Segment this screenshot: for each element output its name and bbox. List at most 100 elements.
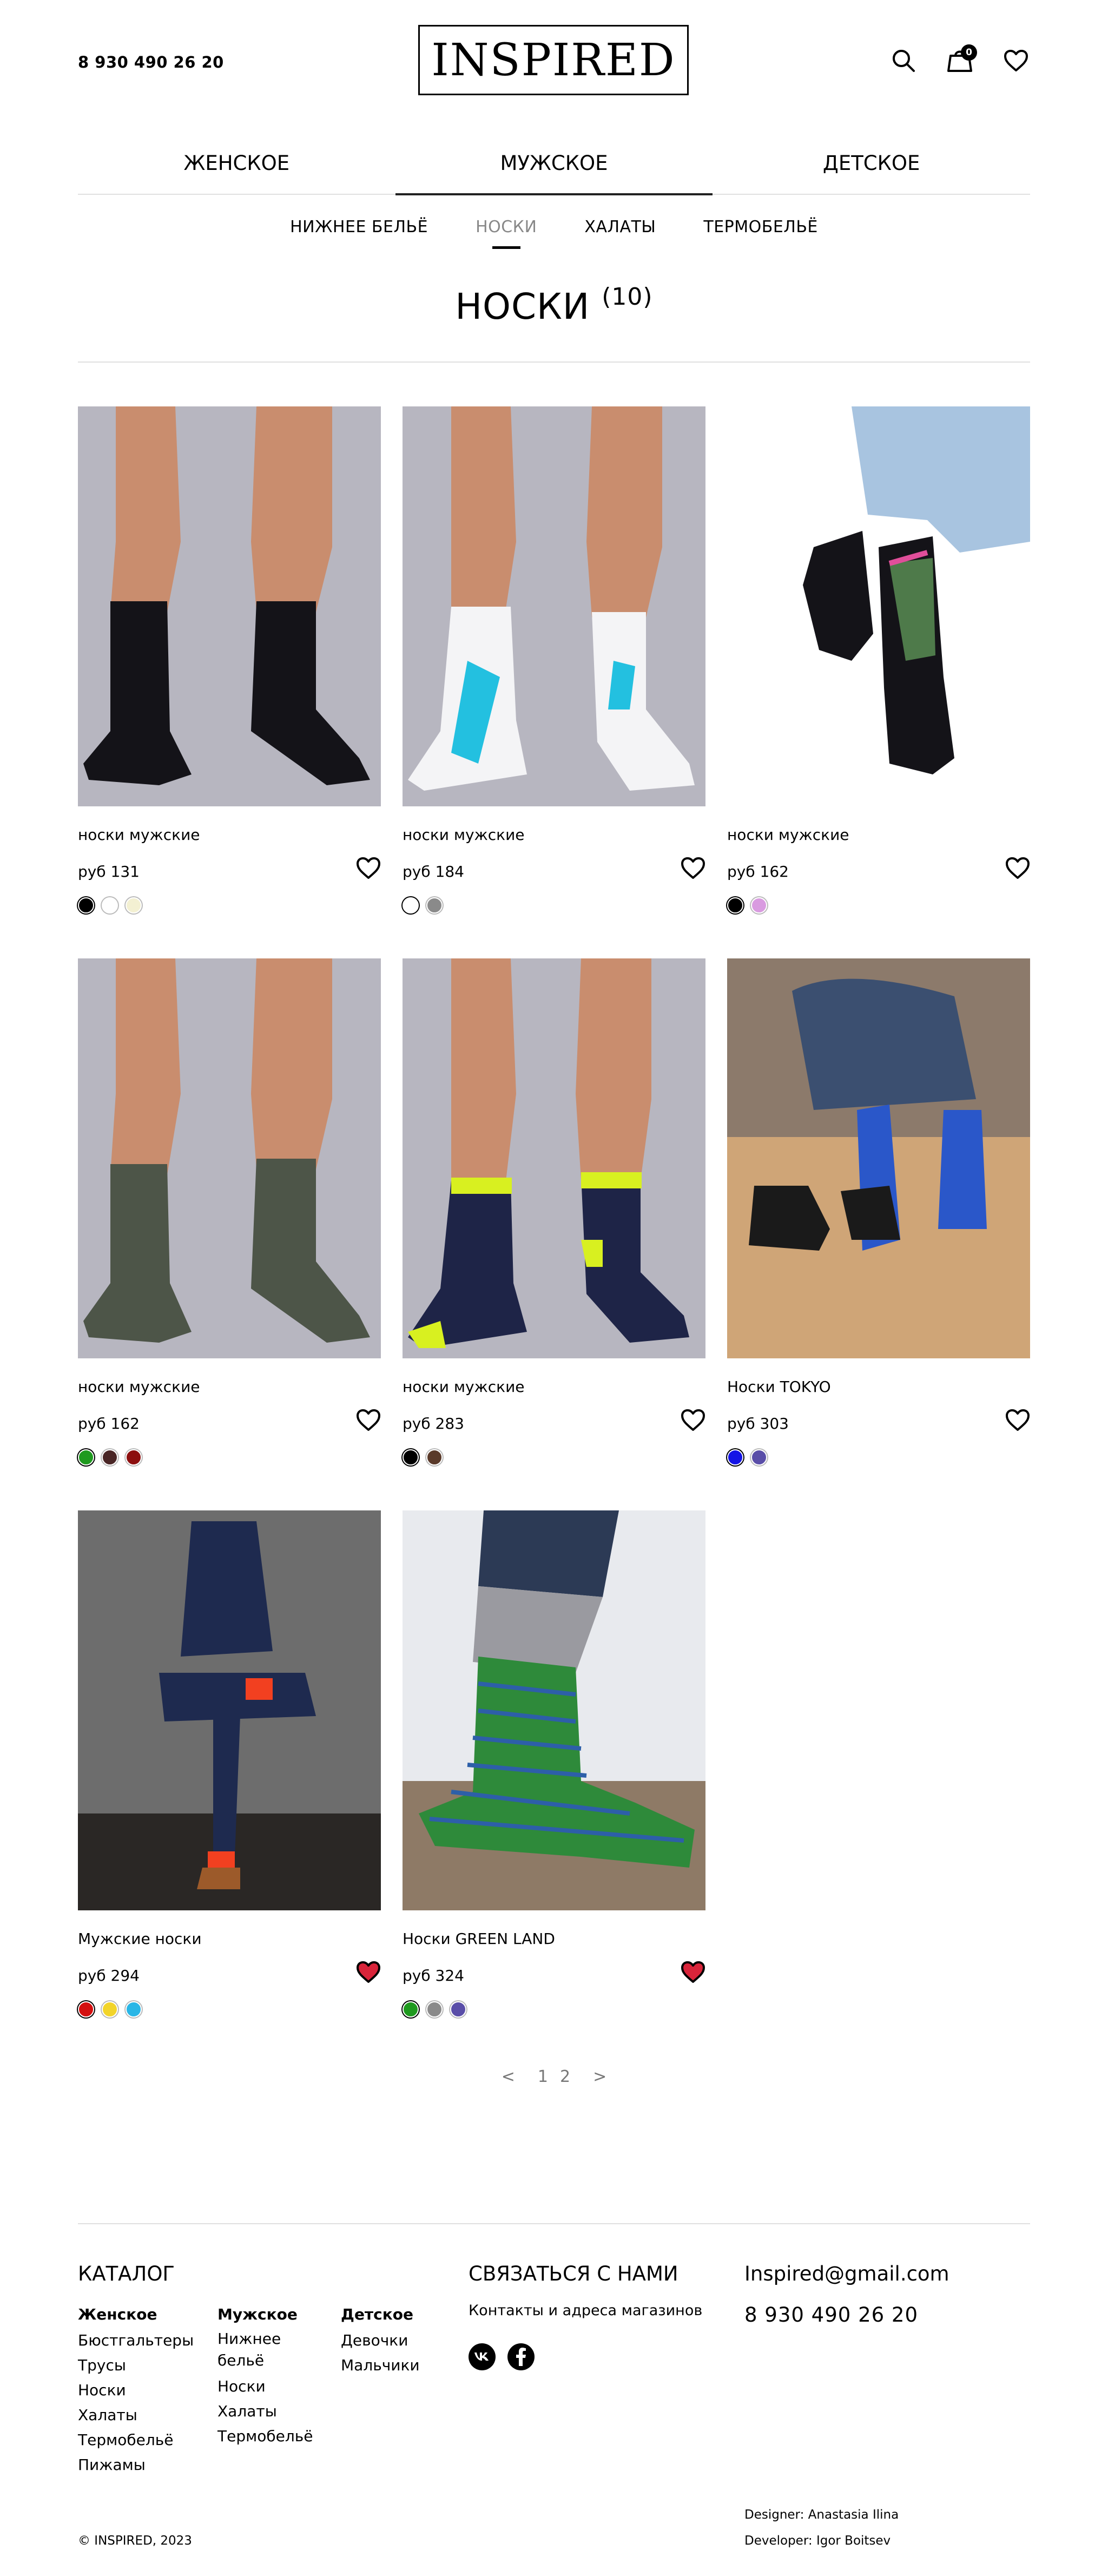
product-card[interactable]: носки мужские руб 283	[403, 958, 705, 1510]
cart-icon[interactable]: 0	[946, 44, 977, 75]
footer-kids-list: Девочки Мальчики	[341, 2328, 449, 2378]
facebook-icon[interactable]	[507, 2343, 535, 2370]
tab-men[interactable]: МУЖСКОЕ	[395, 141, 713, 195]
footer-link[interactable]: Пижамы	[78, 2453, 208, 2478]
color-swatch[interactable]	[426, 897, 443, 914]
footer-link[interactable]: Трусы	[78, 2353, 208, 2378]
product-card[interactable]: Носки GREEN LAND руб 324	[403, 1510, 705, 2062]
product-card[interactable]: носки мужские руб 131	[78, 406, 381, 958]
color-swatch[interactable]	[78, 1449, 94, 1466]
heart-icon[interactable]	[1005, 1409, 1030, 1434]
product-image[interactable]	[403, 958, 705, 1358]
color-swatch[interactable]	[727, 1449, 743, 1466]
footer-link[interactable]: Термобельё	[78, 2428, 208, 2453]
color-swatch[interactable]	[126, 897, 142, 914]
product-image[interactable]	[403, 1510, 705, 1910]
prev-page-button[interactable]: <	[491, 2067, 526, 2086]
product-name[interactable]: Мужские носки	[78, 1930, 202, 1948]
product-name[interactable]: Носки GREEN LAND	[403, 1930, 555, 1948]
heart-icon[interactable]	[681, 857, 705, 882]
footer-link[interactable]: Халаты	[78, 2403, 208, 2428]
footer-link[interactable]: Носки	[78, 2378, 208, 2403]
color-swatch[interactable]	[126, 2001, 142, 2018]
product-image[interactable]	[727, 406, 1030, 806]
color-swatch[interactable]	[727, 897, 743, 914]
color-options	[403, 897, 443, 914]
footer-link[interactable]: Халаты	[217, 2401, 299, 2422]
heart-icon[interactable]	[1005, 857, 1030, 882]
page-link-2[interactable]: 2	[560, 2067, 570, 2086]
favorites-icon[interactable]	[1002, 47, 1030, 75]
color-swatch[interactable]	[102, 897, 118, 914]
footer-link[interactable]: Мальчики	[341, 2353, 449, 2378]
product-name[interactable]: носки мужские	[403, 826, 525, 844]
footer-kids-title[interactable]: Детское	[341, 2305, 413, 2323]
color-options	[78, 897, 142, 914]
product-name[interactable]: Носки TOKYO	[727, 1378, 831, 1396]
tab-thermal[interactable]: ТЕРМОБЕЛЬЁ	[703, 218, 818, 249]
product-image[interactable]	[727, 958, 1030, 1358]
footer-link[interactable]: Бюстгальтеры	[78, 2328, 208, 2353]
product-price: руб 162	[727, 863, 789, 880]
color-swatch[interactable]	[751, 897, 767, 914]
product-price: руб 283	[403, 1415, 464, 1432]
color-options	[78, 2001, 142, 2018]
tab-socks[interactable]: НОСКИ	[476, 218, 537, 249]
product-name[interactable]: носки мужские	[727, 826, 849, 844]
product-price: руб 162	[78, 1415, 140, 1432]
product-name[interactable]: носки мужские	[78, 826, 200, 844]
heart-icon[interactable]	[356, 1961, 381, 1986]
product-card[interactable]: носки мужские руб 162	[727, 406, 1030, 958]
product-name[interactable]: носки мужские	[403, 1378, 525, 1396]
heart-icon[interactable]	[356, 857, 381, 882]
footer-link[interactable]: Нижнее бельё	[217, 2328, 299, 2371]
product-image[interactable]	[78, 958, 381, 1358]
color-swatch[interactable]	[450, 2001, 466, 2018]
tab-robes[interactable]: ХАЛАТЫ	[584, 218, 656, 249]
product-card[interactable]: носки мужские руб 184	[403, 406, 705, 958]
search-icon[interactable]	[889, 47, 918, 75]
product-card[interactable]: Носки TOKYO руб 303	[727, 958, 1030, 1510]
tab-underwear[interactable]: НИЖНЕЕ БЕЛЬЁ	[290, 218, 428, 249]
page-title: НОСКИ (10)	[78, 283, 1030, 327]
color-swatch[interactable]	[426, 1449, 443, 1466]
footer-link[interactable]: Носки	[217, 2376, 299, 2397]
heart-icon[interactable]	[681, 1961, 705, 1986]
product-card[interactable]: Мужские носки руб 294	[78, 1510, 381, 2062]
footer-men-title[interactable]: Мужское	[217, 2305, 298, 2323]
color-swatch[interactable]	[78, 2001, 94, 2018]
color-swatch[interactable]	[751, 1449, 767, 1466]
color-swatch[interactable]	[403, 897, 419, 914]
tab-women[interactable]: ЖЕНСКОЕ	[78, 141, 395, 194]
footer-link[interactable]: Термобельё	[217, 2426, 313, 2447]
color-swatch[interactable]	[102, 1449, 118, 1466]
tab-kids[interactable]: ДЕТСКОЕ	[713, 141, 1030, 194]
heart-icon[interactable]	[681, 1409, 705, 1434]
footer-email[interactable]: Inspired@gmail.com	[744, 2262, 949, 2285]
color-swatch[interactable]	[102, 2001, 118, 2018]
footer-phone[interactable]: 8 930 490 26 20	[744, 2303, 918, 2327]
product-image[interactable]	[403, 406, 705, 806]
heart-icon[interactable]	[356, 1409, 381, 1434]
vk-icon[interactable]	[469, 2343, 496, 2370]
color-swatch[interactable]	[78, 897, 94, 914]
site-logo[interactable]: INSPIRED	[418, 25, 689, 95]
product-image[interactable]	[78, 406, 381, 806]
product-image[interactable]	[78, 1510, 381, 1910]
footer-women-title[interactable]: Женское	[78, 2305, 157, 2323]
color-swatch[interactable]	[403, 1449, 419, 1466]
page-link-1[interactable]: 1	[538, 2067, 548, 2086]
footer-contacts-link[interactable]: Контакты и адреса магазинов	[469, 2302, 702, 2319]
color-swatch[interactable]	[426, 2001, 443, 2018]
header-phone[interactable]: 8 930 490 26 20	[78, 53, 224, 71]
footer-link[interactable]: Девочки	[341, 2328, 449, 2353]
color-swatch[interactable]	[126, 1449, 142, 1466]
color-options	[403, 2001, 466, 2018]
product-card[interactable]: носки мужские руб 162	[78, 958, 381, 1510]
pagination: < 1 2 >	[78, 2067, 1030, 2086]
color-options	[78, 1449, 142, 1466]
next-page-button[interactable]: >	[582, 2067, 617, 2086]
product-name[interactable]: носки мужские	[78, 1378, 200, 1396]
color-swatch[interactable]	[403, 2001, 419, 2018]
product-price: руб 324	[403, 1967, 464, 1984]
